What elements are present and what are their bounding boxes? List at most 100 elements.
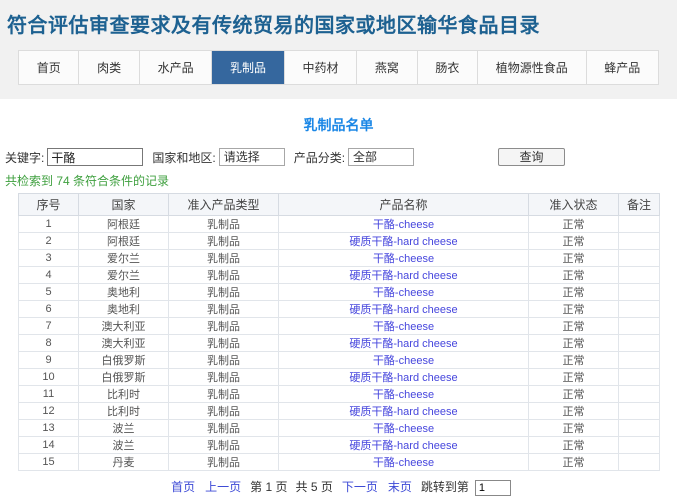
product-link[interactable]: 硬质干酪-hard cheese — [349, 338, 457, 350]
product-link[interactable]: 干酪-cheese — [373, 253, 434, 265]
cell-status: 正常 — [528, 249, 619, 267]
country-select[interactable]: 请选择 — [218, 148, 285, 166]
cell-remark — [618, 334, 660, 352]
cell-no: 6 — [18, 300, 79, 318]
table-row: 2 阿根廷 乳制品 硬质干酪-hard cheese 正常 — [18, 232, 660, 250]
cell-type: 乳制品 — [168, 300, 279, 318]
cell-no: 11 — [18, 385, 79, 403]
nav-tab-乳制品[interactable]: 乳制品 — [212, 51, 285, 84]
page-link-首页[interactable]: 首页 — [171, 480, 195, 494]
product-link[interactable]: 干酪-cheese — [373, 457, 434, 469]
cell-status: 正常 — [528, 300, 619, 318]
query-button[interactable]: 查询 — [498, 148, 566, 166]
product-link[interactable]: 干酪-cheese — [373, 389, 434, 401]
nav-tab-蜂产品[interactable]: 蜂产品 — [587, 51, 658, 84]
cell-remark — [618, 266, 660, 284]
page-link-末页[interactable]: 末页 — [388, 480, 412, 494]
keyword-label: 关键字: — [5, 150, 45, 165]
nav-tab-首页[interactable]: 首页 — [19, 51, 80, 84]
cell-remark — [618, 419, 660, 437]
product-link[interactable]: 硬质干酪-hard cheese — [349, 304, 457, 316]
cell-type: 乳制品 — [168, 249, 279, 267]
cell-status: 正常 — [528, 334, 619, 352]
cell-no: 5 — [18, 283, 79, 301]
cell-type: 乳制品 — [168, 368, 279, 386]
cell-no: 7 — [18, 317, 79, 335]
column-header: 序号 — [18, 193, 79, 216]
cell-product: 干酪-cheese — [278, 453, 529, 471]
cell-remark — [618, 453, 660, 471]
nav-tab-水产品[interactable]: 水产品 — [140, 51, 213, 84]
result-count: 共检索到 74 条符合条件的记录 — [5, 174, 170, 188]
cell-no: 13 — [18, 419, 79, 437]
cell-country: 澳大利亚 — [78, 334, 169, 352]
nav-tab-植物源性食品[interactable]: 植物源性食品 — [478, 51, 587, 84]
cell-product: 硬质干酪-hard cheese — [278, 300, 529, 318]
cell-status: 正常 — [528, 385, 619, 403]
cell-type: 乳制品 — [168, 232, 279, 250]
table-header-row: 序号 国家 准入产品类型 产品名称 准入状态 备注 — [18, 193, 660, 216]
product-link[interactable]: 硬质干酪-hard cheese — [349, 440, 457, 452]
cell-country: 爱尔兰 — [78, 266, 169, 284]
cell-remark — [618, 368, 660, 386]
product-link[interactable]: 硬质干酪-hard cheese — [349, 372, 457, 384]
cell-type: 乳制品 — [168, 385, 279, 403]
nav-tab-肉类[interactable]: 肉类 — [79, 51, 140, 84]
cell-remark — [618, 436, 660, 454]
product-link[interactable]: 干酪-cheese — [373, 355, 434, 367]
cell-type: 乳制品 — [168, 283, 279, 301]
cell-type: 乳制品 — [168, 215, 279, 233]
column-header: 准入状态 — [528, 193, 619, 216]
cell-no: 1 — [18, 215, 79, 233]
keyword-input[interactable] — [47, 148, 144, 166]
nav-tab-燕窝[interactable]: 燕窝 — [357, 51, 418, 84]
cell-type: 乳制品 — [168, 402, 279, 420]
cell-remark — [618, 385, 660, 403]
table-row: 3 爱尔兰 乳制品 干酪-cheese 正常 — [18, 249, 660, 267]
cell-remark — [618, 249, 660, 267]
product-link[interactable]: 干酪-cheese — [373, 219, 434, 231]
cell-product: 干酪-cheese — [278, 351, 529, 369]
cell-remark — [618, 232, 660, 250]
product-link[interactable]: 硬质干酪-hard cheese — [349, 270, 457, 282]
table-row: 12 比利时 乳制品 硬质干酪-hard cheese 正常 — [18, 402, 660, 420]
table-row: 9 白俄罗斯 乳制品 干酪-cheese 正常 — [18, 351, 660, 369]
page-info: 第 1 页 — [250, 480, 288, 494]
table-row: 11 比利时 乳制品 干酪-cheese 正常 — [18, 385, 660, 403]
category-select[interactable]: 全部 — [348, 148, 415, 166]
cell-status: 正常 — [528, 266, 619, 284]
cell-remark — [618, 283, 660, 301]
cell-country: 波兰 — [78, 436, 169, 454]
results-table: 序号 国家 准入产品类型 产品名称 准入状态 备注 1 阿根廷 乳制品 干酪-cheese 正常 2… — [18, 193, 660, 471]
page-info: 共 5 页 — [295, 480, 333, 494]
product-link[interactable]: 干酪-cheese — [373, 423, 434, 435]
product-link[interactable]: 干酪-cheese — [373, 287, 434, 299]
page-info: 跳转到第 — [420, 480, 469, 494]
cell-product: 干酪-cheese — [278, 385, 529, 403]
cell-type: 乳制品 — [168, 453, 279, 471]
cell-country: 阿根廷 — [78, 215, 169, 233]
table-row: 5 奥地利 乳制品 干酪-cheese 正常 — [18, 283, 660, 301]
cell-status: 正常 — [528, 368, 619, 386]
table-row: 1 阿根廷 乳制品 干酪-cheese 正常 — [18, 215, 660, 233]
product-link[interactable]: 干酪-cheese — [373, 321, 434, 333]
nav-tab-中药材[interactable]: 中药材 — [285, 51, 358, 84]
nav-tab-肠衣[interactable]: 肠衣 — [418, 51, 479, 84]
cell-type: 乳制品 — [168, 351, 279, 369]
table-row: 4 爱尔兰 乳制品 硬质干酪-hard cheese 正常 — [18, 266, 660, 284]
page-link-下一页[interactable]: 下一页 — [342, 480, 378, 494]
cell-product: 干酪-cheese — [278, 317, 529, 335]
cell-country: 奥地利 — [78, 283, 169, 301]
cell-country: 比利时 — [78, 385, 169, 403]
page-link-上一页[interactable]: 上一页 — [205, 480, 241, 494]
pagination: 首页 上一页第 1 页共 5 页下一页 末页 跳转到第 — [0, 478, 677, 496]
cell-product: 硬质干酪-hard cheese — [278, 334, 529, 352]
page-title: 符合评估审查要求及有传统贸易的国家或地区输华食品目录 — [7, 15, 540, 37]
product-link[interactable]: 硬质干酪-hard cheese — [349, 236, 457, 248]
jump-page-input[interactable] — [474, 480, 511, 496]
table-row: 7 澳大利亚 乳制品 干酪-cheese 正常 — [18, 317, 660, 335]
cell-status: 正常 — [528, 232, 619, 250]
product-link[interactable]: 硬质干酪-hard cheese — [349, 406, 457, 418]
table-row: 8 澳大利亚 乳制品 硬质干酪-hard cheese 正常 — [18, 334, 660, 352]
cell-product: 硬质干酪-hard cheese — [278, 436, 529, 454]
